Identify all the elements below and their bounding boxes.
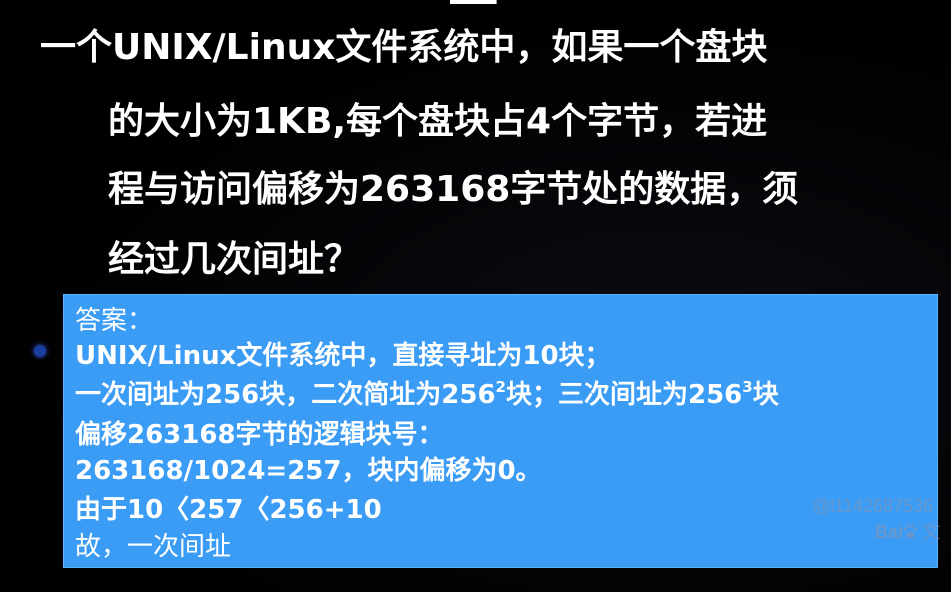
- answer-line-comparison: 由于10〈257〈256+10: [75, 495, 382, 525]
- question-line-4: 经过几次间址？: [108, 239, 361, 280]
- answer-line-indirect: 一次间址为256块，二次简址为2562块；三次间址为2563块: [75, 379, 779, 411]
- exponent-3: 3: [742, 378, 753, 396]
- answer-line-offset: 偏移263168字节的逻辑块号：: [75, 420, 444, 450]
- answer-box: 答案： UNIX/Linux文件系统中，直接寻址为10块； 一次间址为256块，…: [63, 294, 938, 568]
- question-line-2: 的大小为1KB,每个盘块占4个字节，若进: [108, 101, 768, 142]
- answer-line-direct: UNIX/Linux文件系统中，直接寻址为10块；: [75, 341, 611, 371]
- question-line-3: 程与访问偏移为263168字节处的数据，须: [108, 169, 799, 210]
- question-block: 一个UNIX/Linux文件系统中，如果一个盘块 的大小为1KB,每个盘块占4个…: [0, 0, 951, 300]
- answer-heading: 答案：: [75, 306, 154, 336]
- answer-line-indirect-part3: 块: [752, 380, 779, 410]
- exponent-2: 2: [495, 378, 506, 396]
- answer-line-calculation: 263168/1024=257，块内偏移为0。: [75, 456, 542, 486]
- answer-line-conclusion: 故，一次间址: [75, 532, 232, 562]
- svg-text:Bai: Bai: [875, 522, 903, 542]
- answer-line-indirect-part2: 块；三次间址为256: [505, 380, 743, 410]
- question-line-1: 一个UNIX/Linux文件系统中，如果一个盘块: [40, 27, 768, 68]
- svg-text:文: 文: [922, 522, 940, 543]
- answer-line-indirect-part1: 一次间址为256块，二次简址为256: [75, 380, 496, 410]
- watermark-username: @l1142687536: [812, 496, 934, 516]
- bullet-dot: [34, 345, 46, 357]
- baidu-logo-icon: Bai 文: [872, 516, 951, 544]
